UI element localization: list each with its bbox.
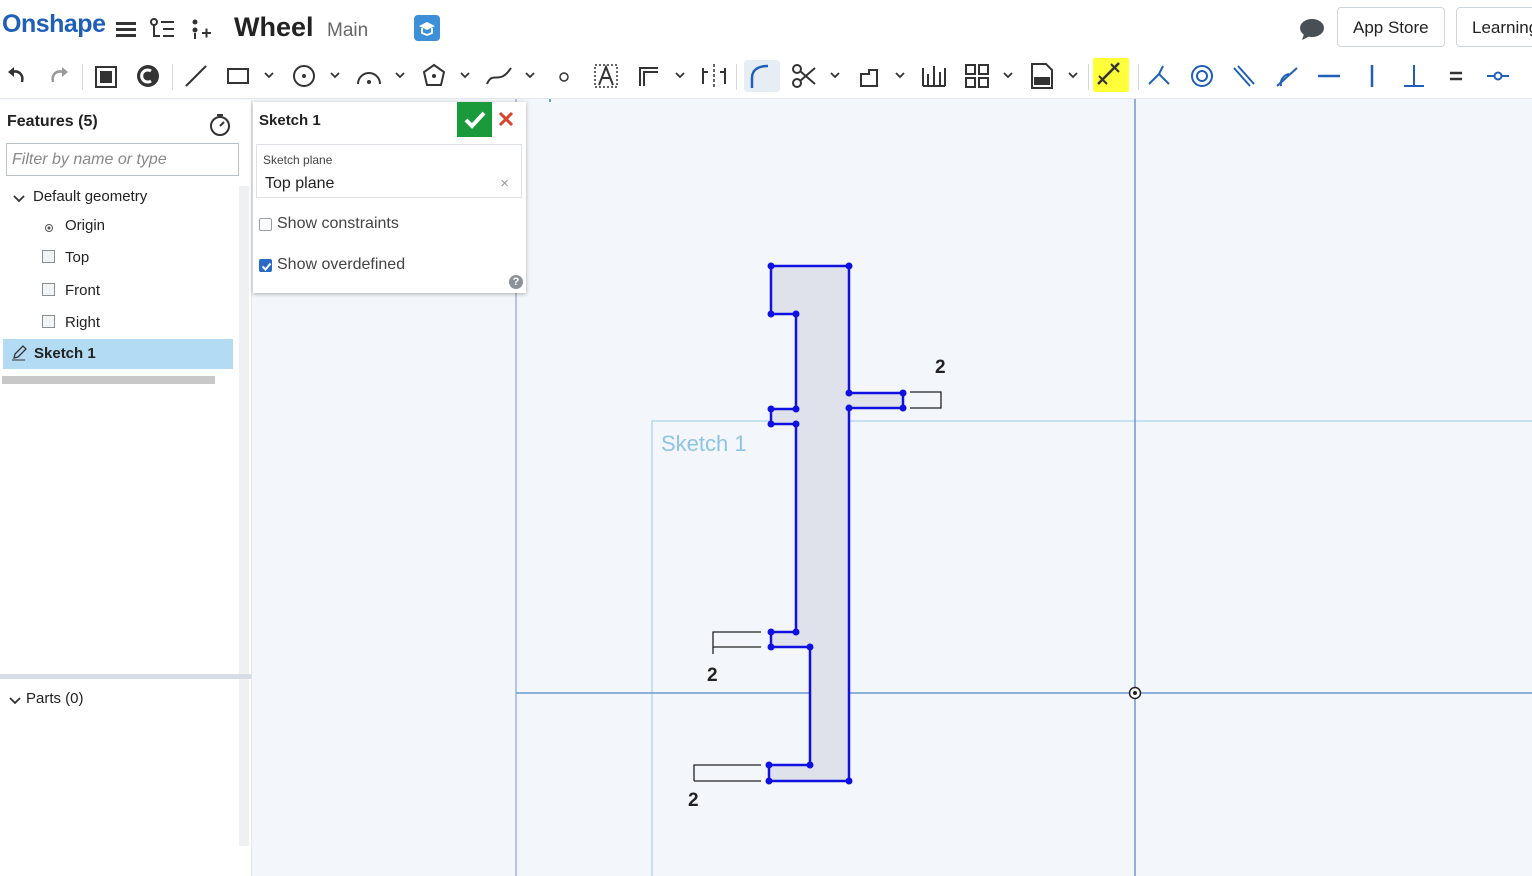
help-icon[interactable]: ? — [509, 275, 523, 289]
sketch-graphics — [515, 99, 1532, 876]
sketch-dialog: Sketch 1 Sketch plane Top plane × Show c… — [253, 102, 526, 293]
sketch-plane-label: Sketch plane — [263, 153, 333, 167]
clear-icon[interactable]: × — [500, 175, 509, 192]
dimension-label[interactable]: 2 — [707, 665, 718, 687]
dimension-label[interactable]: 2 — [935, 357, 946, 379]
sketch-plane-field[interactable]: Sketch plane Top plane × — [256, 144, 522, 198]
accept-button[interactable] — [457, 102, 492, 137]
checkmark-icon — [464, 111, 486, 129]
show-constraints-label[interactable]: Show constraints — [277, 215, 399, 233]
show-constraints-checkbox[interactable] — [259, 218, 272, 231]
dimension-label[interactable]: 2 — [688, 790, 699, 812]
close-icon — [498, 111, 514, 127]
checkmark-icon — [261, 262, 272, 271]
show-overdefined-label[interactable]: Show overdefined — [277, 256, 405, 274]
sketch-name-label: Sketch 1 — [661, 431, 747, 456]
cancel-button[interactable] — [497, 108, 515, 134]
sketch-plane-value[interactable]: Top plane — [265, 175, 334, 193]
show-overdefined-checkbox[interactable] — [259, 259, 272, 272]
dialog-title: Sketch 1 — [259, 112, 321, 129]
